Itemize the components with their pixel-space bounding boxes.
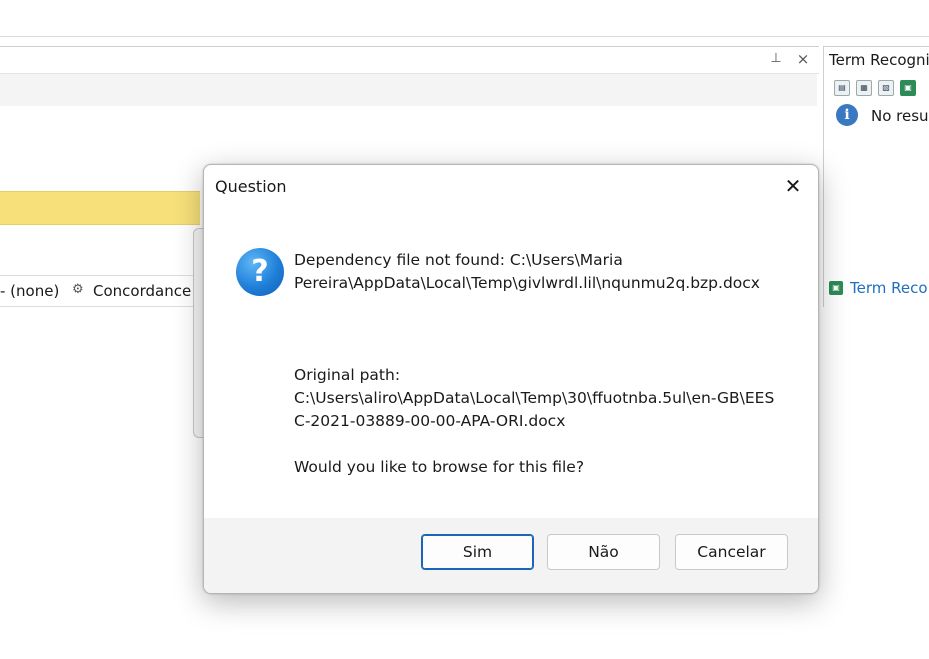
- info-icon: i: [836, 104, 858, 126]
- term-tool-1-icon[interactable]: ▤: [834, 80, 850, 96]
- message-line-1: Dependency file not found: C:\Users\Mari…: [294, 251, 623, 269]
- message-line-5: C-2021-03889-00-00-APA-ORI.docx: [294, 412, 566, 430]
- message-line-2: Pereira\AppData\Local\Temp\givlwrdl.lil\…: [294, 274, 760, 292]
- dialog-title: Question: [215, 177, 287, 196]
- term-tool-2-icon[interactable]: ▦: [856, 80, 872, 96]
- editor-panel-header: ⊥ ×: [0, 47, 819, 74]
- term-recognition-panel: Term Recogni ▤ ▦ ▧ ▣ i No resul: [823, 46, 929, 307]
- question-dialog: Question ✕ ? Dependency file not found: …: [203, 164, 819, 594]
- dialog-close-button[interactable]: ✕: [777, 171, 809, 201]
- top-strip: [0, 0, 929, 37]
- close-icon[interactable]: ×: [794, 50, 812, 68]
- dialog-button-bar: Sim Não Cancelar: [204, 518, 818, 593]
- concordance-icon: ⚙: [72, 282, 84, 297]
- tab-concordance[interactable]: Concordance: [93, 280, 191, 302]
- editor-toolbar: [0, 74, 817, 106]
- question-icon: ?: [236, 248, 284, 296]
- highlighted-segment-bar: [0, 191, 200, 225]
- cancel-button[interactable]: Cancelar: [675, 534, 788, 570]
- message-line-3: Original path:: [294, 366, 401, 384]
- message-line-6: Would you like to browse for this file?: [294, 458, 585, 476]
- term-recognition-tab-icon: ▣: [829, 281, 843, 295]
- term-recognition-title: Term Recogni: [829, 51, 929, 69]
- no-results-text: No resul: [871, 107, 929, 125]
- yes-button[interactable]: Sim: [421, 534, 534, 570]
- no-button[interactable]: Não: [547, 534, 660, 570]
- term-tool-3-icon[interactable]: ▧: [878, 80, 894, 96]
- tab-term-recognition[interactable]: Term Reco: [850, 279, 928, 297]
- tab-none[interactable]: - (none): [0, 280, 59, 302]
- pin-icon[interactable]: ⊥: [768, 50, 784, 68]
- term-tool-4-icon[interactable]: ▣: [900, 80, 916, 96]
- message-line-4: C:\Users\aliro\AppData\Local\Temp\30\ffu…: [294, 389, 775, 407]
